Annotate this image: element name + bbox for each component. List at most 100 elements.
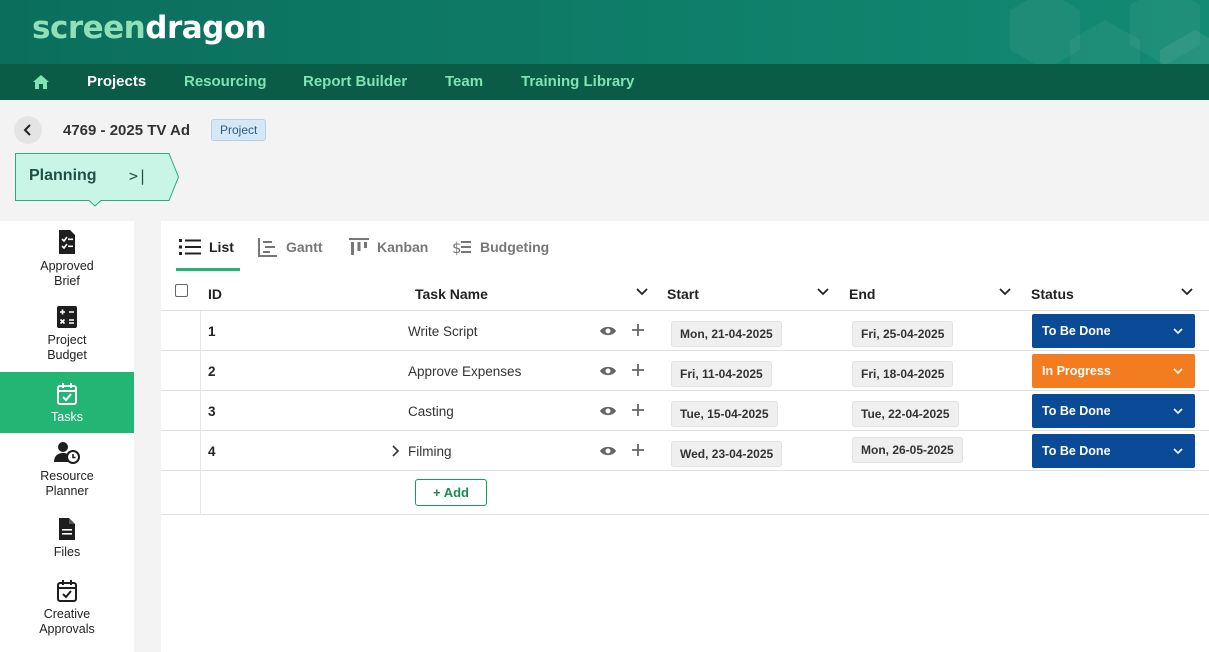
add-subtask-icon[interactable] (631, 403, 645, 417)
eye-icon[interactable] (599, 444, 617, 458)
sidebar-item-label: Approvals (39, 622, 95, 636)
end-date-field[interactable]: Fri, 25-04-2025 (852, 321, 954, 347)
sidebar-item-project-budget[interactable]: Project Budget (0, 305, 134, 371)
status-dropdown[interactable]: To Be Done (1032, 394, 1195, 428)
svg-text:$: $ (452, 239, 462, 257)
home-icon[interactable] (32, 74, 50, 90)
tab-label: Gantt (286, 239, 323, 255)
start-date-field[interactable]: Fri, 11-04-2025 (671, 361, 772, 387)
column-header-status: Status (1031, 286, 1074, 302)
task-id: 2 (208, 364, 216, 379)
sidebar-item-label: Approved (40, 259, 94, 273)
stage-planning[interactable]: Planning >| (15, 153, 179, 207)
sidebar-item-label: Planner (45, 484, 89, 498)
end-date-field[interactable]: Mon, 26-05-2025 (852, 437, 963, 463)
start-date-field[interactable]: Tue, 15-04-2025 (671, 401, 778, 427)
tab-gantt[interactable]: Gantt (258, 235, 323, 259)
gantt-icon (258, 238, 277, 257)
add-task-row: + Add (161, 471, 1209, 515)
project-type-badge: Project (211, 119, 267, 141)
tab-budgeting[interactable]: $ Budgeting (452, 235, 549, 259)
project-sidebar: Approved Brief Project Budget Tasks Reso… (0, 221, 134, 652)
nav-item-training-library[interactable]: Training Library (521, 73, 634, 90)
status-label: To Be Done (1042, 444, 1111, 458)
column-header-start: Start (667, 286, 699, 302)
eye-icon[interactable] (599, 404, 617, 418)
chevron-down-icon (1173, 448, 1183, 455)
row-select-cell[interactable] (161, 311, 201, 351)
sidebar-item-label: Budget (47, 348, 87, 362)
task-name[interactable]: Write Script (408, 324, 478, 339)
chevron-down-icon (1173, 408, 1183, 415)
end-date-field[interactable]: Tue, 22-04-2025 (852, 401, 959, 427)
nav-item-team[interactable]: Team (445, 73, 483, 90)
chevron-down-icon[interactable] (816, 285, 830, 299)
chevron-down-icon[interactable] (998, 285, 1012, 299)
sidebar-item-resource-planner[interactable]: Resource Planner (0, 441, 134, 507)
budget-icon: $ (452, 239, 471, 257)
add-subtask-icon[interactable] (631, 363, 645, 377)
chevron-right-icon[interactable] (390, 444, 402, 458)
add-subtask-icon[interactable] (631, 323, 645, 337)
table-row[interactable]: 1 Write Script Mon, 21-04-2025 Fri, 25-0… (161, 311, 1209, 351)
tab-kanban[interactable]: Kanban (349, 235, 428, 259)
row-select-cell (161, 471, 201, 515)
sidebar-item-label: Creative (43, 607, 91, 621)
user-clock-icon (54, 442, 80, 464)
project-title: 4769 - 2025 TV Ad (63, 122, 191, 139)
sidebar-item-tasks[interactable]: Tasks (0, 372, 134, 433)
eye-icon[interactable] (599, 324, 617, 338)
stage-label: Planning (29, 167, 97, 184)
brand-logo[interactable]: screendragon (32, 10, 267, 46)
row-select-cell[interactable] (161, 431, 201, 471)
table-row[interactable]: 4 Filming Wed, 23-04-2025 Mon, 26-05-202… (161, 431, 1209, 471)
top-header: screendragon (0, 0, 1209, 64)
task-id: 3 (208, 404, 216, 419)
nav-item-report-builder[interactable]: Report Builder (303, 73, 407, 90)
add-task-button[interactable]: + Add (415, 479, 487, 506)
calendar-check-icon (57, 580, 77, 602)
nav-item-resourcing[interactable]: Resourcing (184, 73, 267, 90)
sidebar-item-creative-approvals[interactable]: Creative Approvals (0, 579, 134, 645)
select-all-checkbox[interactable] (175, 284, 188, 297)
status-dropdown[interactable]: To Be Done (1032, 314, 1195, 348)
nav-item-projects[interactable]: Projects (87, 73, 146, 90)
tab-label: Kanban (377, 239, 429, 255)
sidebar-item-approved-brief[interactable]: Approved Brief (0, 229, 134, 295)
chevron-left-icon (23, 124, 31, 136)
start-date-field[interactable]: Mon, 21-04-2025 (671, 321, 782, 347)
chevron-down-icon[interactable] (635, 285, 649, 299)
tab-label: Budgeting (480, 239, 550, 255)
eye-icon[interactable] (599, 364, 617, 378)
column-header-id: ID (208, 286, 222, 302)
task-name[interactable]: Filming (408, 444, 452, 459)
row-select-cell[interactable] (161, 391, 201, 431)
tab-list[interactable]: List (179, 235, 234, 259)
chevron-down-icon[interactable] (1180, 285, 1194, 299)
tab-label: List (209, 239, 234, 255)
kanban-icon (349, 238, 369, 255)
task-id: 4 (208, 444, 216, 459)
task-id: 1 (208, 324, 216, 339)
end-date-field[interactable]: Fri, 18-04-2025 (852, 361, 954, 387)
sidebar-item-label: Brief (54, 274, 80, 288)
status-label: To Be Done (1042, 324, 1111, 338)
collapse-panel-icon[interactable]: >| (129, 167, 147, 185)
add-subtask-icon[interactable] (631, 443, 645, 457)
sidebar-item-files[interactable]: Files (0, 517, 134, 563)
row-select-cell[interactable] (161, 351, 201, 391)
table-row[interactable]: 2 Approve Expenses Fri, 11-04-2025 Fri, … (161, 351, 1209, 391)
file-icon (59, 518, 75, 540)
main-nav: Projects Resourcing Report Builder Team … (0, 64, 1209, 100)
task-name[interactable]: Approve Expenses (408, 364, 521, 379)
status-dropdown[interactable]: To Be Done (1032, 434, 1195, 468)
back-button[interactable] (14, 116, 42, 144)
status-label: In Progress (1042, 364, 1111, 378)
start-date-field[interactable]: Wed, 23-04-2025 (671, 441, 783, 467)
chevron-down-icon (1173, 328, 1183, 335)
calculator-icon (57, 306, 77, 328)
status-dropdown[interactable]: In Progress (1032, 354, 1195, 388)
list-icon (179, 239, 201, 255)
table-row[interactable]: 3 Casting Tue, 15-04-2025 Tue, 22-04-202… (161, 391, 1209, 431)
task-name[interactable]: Casting (408, 404, 454, 419)
